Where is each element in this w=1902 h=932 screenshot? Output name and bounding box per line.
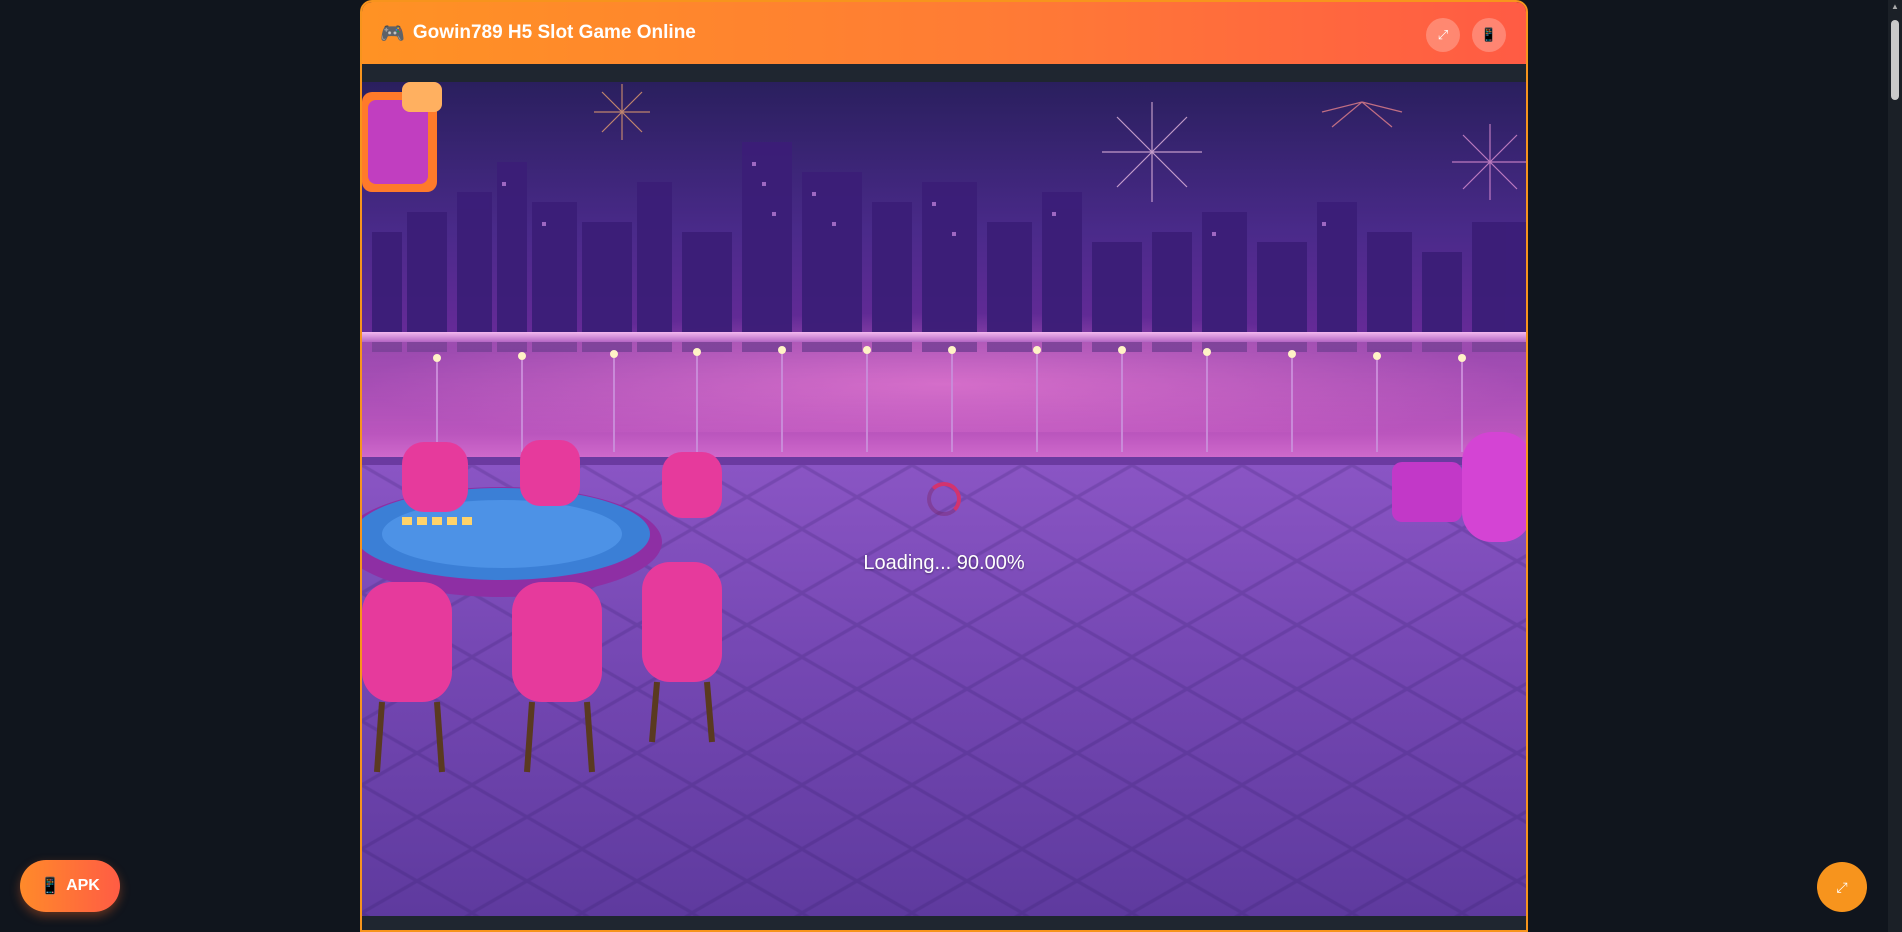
expand-icon: ⤢ xyxy=(1437,27,1449,42)
city-skyline xyxy=(372,142,1526,352)
phone-icon: 📱 xyxy=(1480,27,1498,42)
fullscreen-fab-button[interactable]: ⤢ xyxy=(1817,862,1867,912)
apk-download-button[interactable]: 📱 APK xyxy=(20,860,120,912)
scroll-up-arrow-icon[interactable]: ▲ xyxy=(1891,3,1899,11)
bottom-strip xyxy=(362,916,1526,930)
neon-sign-decoration xyxy=(362,82,442,192)
poker-table-decoration xyxy=(362,440,722,773)
fullscreen-button[interactable]: ⤢ xyxy=(1426,18,1460,52)
title-text: Gowin789 H5 Slot Game Online xyxy=(412,22,696,43)
phone-icon: 📱 xyxy=(40,878,61,895)
header-bar: 🎮 Gowin789 H5 Slot Game Online ⤢ 📱 xyxy=(362,2,1526,64)
scrollbar-thumb[interactable] xyxy=(1891,20,1899,100)
game-frame: 🎮 Gowin789 H5 Slot Game Online ⤢ 📱 Loadi… xyxy=(360,0,1528,932)
mobile-view-button[interactable]: 📱 xyxy=(1472,18,1506,52)
gamepad-icon: 🎮 xyxy=(380,22,405,45)
apk-label: APK xyxy=(66,877,100,894)
expand-icon: ⤢ xyxy=(1836,878,1848,895)
header-gutter xyxy=(362,64,1526,82)
lounge-seat-decoration xyxy=(1392,432,1526,542)
page-title: 🎮 Gowin789 H5 Slot Game Online xyxy=(380,21,696,46)
loading-status: Loading... 90.00% xyxy=(863,552,1025,574)
page-scrollbar[interactable]: ▲ xyxy=(1888,0,1902,932)
loading-spinner xyxy=(927,482,961,516)
game-canvas[interactable]: Loading... 90.00% xyxy=(362,82,1526,920)
